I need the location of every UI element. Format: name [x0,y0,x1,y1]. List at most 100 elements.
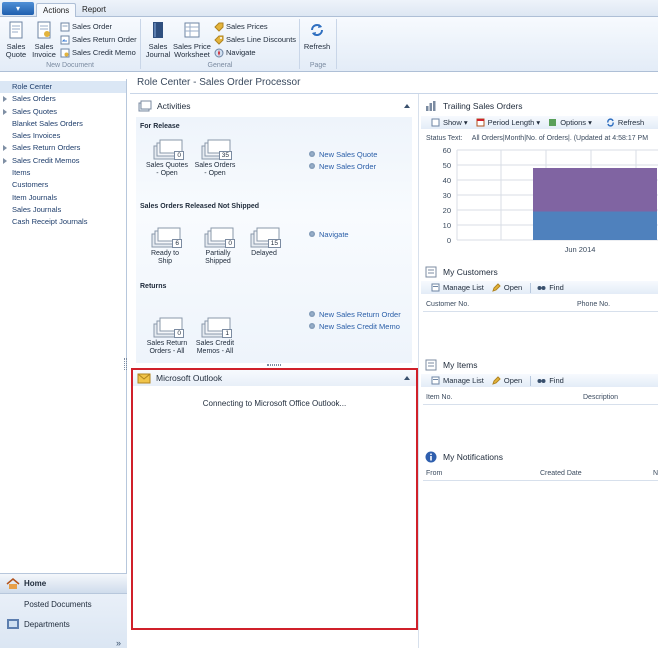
tab-report[interactable]: Report [76,3,112,17]
price-tag-icon [214,22,224,32]
activity-cue[interactable]: 6 Ready to Ship [140,226,190,266]
nav-more-button[interactable]: » [116,638,121,648]
nav-posted-documents-button[interactable]: Posted Documents [0,594,127,614]
nav-item[interactable]: Sales Return Orders [0,142,126,154]
action-link[interactable]: New Sales Credit Memo [309,320,401,332]
activity-cue[interactable]: 0 Sales Return Orders - All [142,316,192,356]
manage-list-label: Manage List [443,283,484,292]
activity-cue[interactable]: 35 Sales Orders - Open [190,138,240,178]
open-label: Open [503,283,523,292]
expand-arrow-icon[interactable] [3,108,7,115]
column-header-customer-no[interactable]: Customer No. [426,301,469,308]
manage-list-button[interactable]: Manage List [431,376,484,385]
cue-label-line-2: - Open [204,170,226,177]
nav-item[interactable]: Sales Quotes [0,106,126,118]
cue-label-line-2: Shipped [205,258,231,265]
navigate-button[interactable]: Navigate [214,46,296,59]
nav-item[interactable]: Cash Receipt Journals [0,216,126,228]
nav-item[interactable]: Sales Orders [0,93,126,105]
y-tick-label: 10 [443,221,451,230]
sales-quote-button[interactable]: Sales Quote [3,21,29,59]
activity-cue[interactable]: 0 Sales Quotes - Open [142,138,192,178]
action-link[interactable]: New Sales Order [309,160,377,172]
open-button[interactable]: Open [492,376,522,385]
refresh-button[interactable]: Refresh [303,21,331,51]
x-tick-label: Jun 2014 [565,245,596,254]
sales-quote-label-2: Quote [5,50,27,59]
document-icon [9,21,23,39]
document-stack-icon: 0 [150,316,184,338]
status-text: All Orders|Month|No. of Orders|. (Update… [471,135,649,142]
column-header-item-no[interactable]: Item No. [426,394,452,401]
my-notifications-part: My Notifications From Created Date N [421,449,658,648]
chart-refresh-label: Refresh [617,118,645,127]
nav-item[interactable]: Role Center [0,81,126,94]
period-length-menu[interactable]: Period Length ▾ [476,118,540,127]
nav-departments-button[interactable]: Departments [0,614,127,634]
refresh-icon [607,118,614,127]
column-header-n[interactable]: N [653,470,658,477]
sales-price-worksheet-button[interactable]: Sales Price Worksheet [173,21,211,59]
refresh-label: Refresh [303,42,331,51]
navigation-pane: Role Center Sales Orders Sales Quotes Blank… [0,79,127,648]
cue-label-line-1: Sales Return [146,340,188,347]
outlook-icon [137,373,151,384]
activity-cue[interactable]: 1 Sales Credit Memos - All [190,316,240,356]
period-length-label: Period Length [487,118,535,127]
pane-resize-handle[interactable] [124,358,127,370]
activity-cue[interactable]: 0 Partially Shipped [193,226,243,266]
column-header-from[interactable]: From [426,470,442,477]
activity-cue[interactable]: 15 Delayed [239,226,289,258]
expand-arrow-icon[interactable] [3,96,7,103]
options-menu[interactable]: Options ▾ [548,118,592,127]
nav-item-label: Items [12,168,31,178]
sales-prices-button[interactable]: Sales Prices [214,20,296,33]
find-button[interactable]: Find [537,376,564,385]
nav-home-button[interactable]: Home [0,574,127,594]
nav-item-label: Sales Orders [12,94,56,104]
sales-line-discounts-button[interactable]: Sales Line Discounts [214,33,296,46]
nav-item[interactable]: Sales Credit Memos [0,155,126,167]
sales-journal-button[interactable]: Sales Journal [144,21,172,59]
column-header-description[interactable]: Description [583,394,618,401]
sales-invoice-button[interactable]: Sales Invoice [30,21,58,59]
part-resize-handle[interactable] [267,364,281,366]
sales-invoice-label-2: Invoice [32,50,56,59]
column-header-created-date[interactable]: Created Date [540,470,582,477]
action-link[interactable]: New Sales Quote [309,148,377,160]
nav-item[interactable]: Blanket Sales Orders [0,118,126,130]
sales-credit-memo-button[interactable]: Sales Credit Memo [60,46,137,59]
sales-order-button[interactable]: Sales Order [60,20,137,33]
action-link-label: Navigate [319,229,349,239]
nav-item[interactable]: Sales Journals [0,204,126,216]
toolbar-separator [530,375,532,386]
collapse-icon[interactable] [404,376,410,380]
manage-list-button[interactable]: Manage List [431,283,484,292]
action-link[interactable]: Navigate [309,228,349,240]
nav-item[interactable]: Item Journals [0,192,126,204]
application-menu-button[interactable]: ▾ [2,2,34,15]
for-release-cues: 0 Sales Quotes - Open 35 Sales Orders - Open [140,138,300,193]
open-button[interactable]: Open [492,283,522,292]
navigation-buttons: Home Posted Documents Departments » [0,573,127,648]
expand-arrow-icon[interactable] [3,157,7,164]
expand-arrow-icon[interactable] [3,145,7,152]
tab-actions[interactable]: Actions [36,3,77,17]
navigate-icon [214,48,224,57]
sales-return-order-button[interactable]: Sales Return Order [60,33,137,46]
nav-item[interactable]: Customers [0,179,126,191]
action-link[interactable]: New Sales Return Order [309,308,401,320]
chart-refresh-button[interactable]: Refresh [606,118,644,127]
sales-order-label: Sales Order [72,22,113,31]
show-menu[interactable]: Show ▾ [431,118,468,127]
ribbon-separator [336,19,337,69]
nav-item-label: Blanket Sales Orders [12,118,83,128]
nav-item-label: Cash Receipt Journals [12,217,88,227]
nav-item[interactable]: Items [0,167,126,179]
cue-count: 6 [172,239,182,248]
nav-item[interactable]: Sales Invoices [0,130,126,142]
column-header-phone-no[interactable]: Phone No. [577,301,610,308]
collapse-icon[interactable] [404,103,410,108]
sales-order-icon [60,22,70,31]
find-button[interactable]: Find [537,283,564,292]
